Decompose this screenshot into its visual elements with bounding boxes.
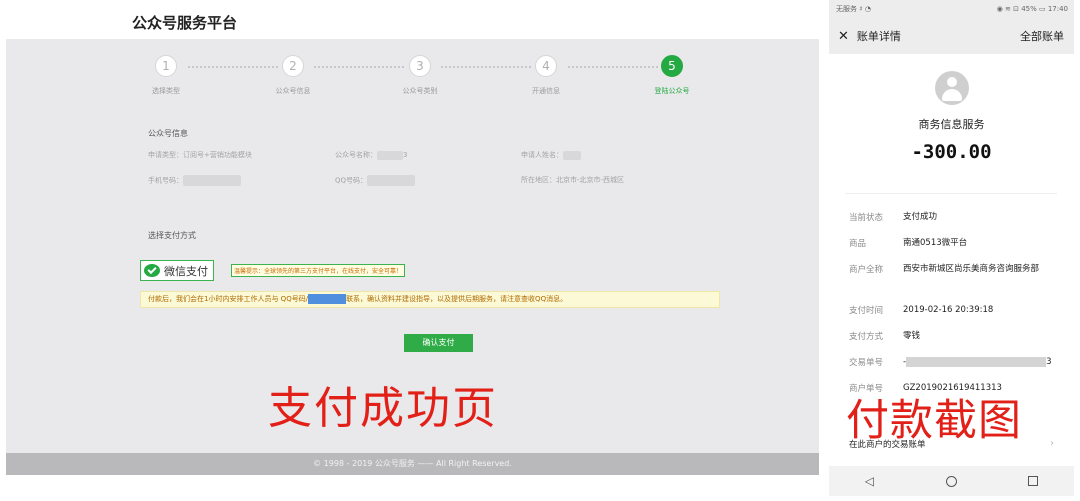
masked-value (377, 150, 403, 160)
applicant-name-label: 申请人姓名： (521, 151, 563, 159)
app-bar: ✕ 账单详情 全部账单 (829, 18, 1074, 54)
payment-tip: 温馨提示：全球领先的第三方支付平台，在线支付，安全可靠！ (231, 264, 406, 277)
row-key: 交易单号 (849, 358, 884, 368)
all-bills-link[interactable]: 全部账单 (1020, 28, 1064, 44)
merchant-name: 商务信息服务 (918, 118, 985, 131)
masked-value (906, 356, 1047, 367)
apply-type: 申请类型：订阅号+营销功能模块 (148, 151, 252, 159)
account-name: 公众号名称： 3 (335, 150, 407, 160)
row-key: 商品 (849, 239, 867, 249)
status-bar: 无服务 ♯ ◔ ◉ ≋ ⊡ 45% ▭ 17:40 (829, 0, 1074, 18)
step-3: 3 公众号类别 (380, 55, 460, 96)
account-name-tail: 3 (403, 151, 408, 159)
step-2: 2 公众号信息 (253, 55, 333, 96)
row-value: 西安市新城区尚乐美商务咨询服务部 (903, 264, 1040, 274)
masked-value (563, 150, 581, 160)
overlay-caption-right: 付款截图 (846, 396, 1022, 446)
step-label: 选择类型 (152, 87, 180, 95)
account-name-label: 公众号名称： (335, 151, 377, 159)
phone-label: 手机号码： (148, 176, 183, 185)
page-title: 公众号服务平台 (132, 14, 238, 32)
detail-row-product: 商品 南通0513微平台 (849, 237, 1064, 250)
detail-row-pay-method: 支付方式 零钱 (849, 330, 1064, 343)
payment-title: 选择支付方式 (148, 231, 196, 240)
home-icon[interactable] (945, 475, 957, 487)
row-value: 支付成功 (903, 212, 938, 222)
detail-row-status: 当前状态 支付成功 (849, 211, 1064, 224)
row-key: 支付时间 (849, 306, 884, 316)
step-label: 公众号类别 (402, 87, 438, 95)
row-value: -3 (903, 356, 1052, 369)
step-number: 5 (661, 55, 683, 77)
avatar (935, 71, 969, 105)
avatar-head (947, 77, 957, 87)
wechat-icon (144, 264, 160, 277)
row-value: 南通0513微平台 (903, 238, 968, 248)
step-1: 1 选择类型 (126, 55, 206, 96)
step-number: 1 (155, 55, 177, 77)
recents-icon[interactable] (1028, 476, 1039, 486)
back-icon[interactable]: ◁ (865, 474, 874, 488)
divider (845, 193, 1057, 194)
step-5: 5 登陆公众号 (632, 55, 712, 96)
wechat-pay-label: 微信支付 (164, 264, 208, 278)
notice-text: 付款后，我们会在1小时内安排工作人员与 QQ号码/ (148, 295, 309, 303)
row-key: 商户全称 (849, 265, 884, 275)
row-value: 2019-02-16 20:39:18 (903, 305, 994, 315)
avatar-body (942, 89, 962, 101)
step-4: 4 开通信息 (506, 55, 586, 96)
amount: -300.00 (911, 141, 992, 163)
status-right: ◉ ≋ ⊡ 45% ▭ 17:40 (996, 5, 1068, 13)
qq-label: QQ号码： (335, 176, 368, 185)
row-key: 当前状态 (849, 213, 884, 223)
step-label: 开通信息 (532, 87, 560, 95)
status-left: 无服务 ♯ ◔ (836, 5, 871, 13)
step-number: 4 (535, 55, 557, 77)
step-number: 2 (282, 55, 304, 77)
step-label: 登陆公众号 (654, 87, 690, 95)
detail-row-pay-time: 支付时间 2019-02-16 20:39:18 (849, 304, 1064, 317)
applicant-name: 申请人姓名： (521, 150, 581, 160)
masked-qq (308, 294, 347, 304)
phone-number: 手机号码： (148, 175, 241, 186)
overlay-caption-left: 支付成功页 (268, 383, 498, 434)
footer: © 1998 - 2019 公众号服务 —— All Right Reserve… (6, 453, 819, 475)
payment-notice: 付款后，我们会在1小时内安排工作人员与 QQ号码/联系，确认资料并建设指导，以及… (140, 291, 720, 308)
chevron-right-icon: › (1050, 438, 1054, 449)
masked-value (183, 175, 241, 186)
row-value: 零钱 (903, 331, 921, 341)
header-title: 账单详情 (856, 30, 901, 43)
detail-row-trade-no: 交易单号 -3 (849, 356, 1064, 369)
confirm-pay-button[interactable]: 确认支付 (404, 334, 473, 352)
trade-no-suffix: 3 (1046, 357, 1052, 367)
qq-number: QQ号码： (335, 175, 416, 186)
account-info-title: 公众号信息 (148, 129, 188, 138)
wechat-pay-option[interactable]: 微信支付 (140, 260, 214, 281)
region: 所在地区：北京市-北京市-西城区 (521, 176, 625, 184)
notice-text-tail: 联系，确认资料并建设指导，以及提供后期服务，请注意查收QQ消息。 (346, 295, 568, 303)
row-key: 支付方式 (849, 332, 884, 342)
masked-value (367, 175, 416, 186)
step-number: 3 (409, 55, 431, 77)
close-icon[interactable]: ✕ (838, 29, 849, 44)
system-nav-bar: ◁ (829, 466, 1074, 496)
detail-row-merchant: 商户全称 西安市新城区尚乐美商务咨询服务部 (849, 263, 1064, 276)
app-bar-left: ✕ 账单详情 (838, 28, 901, 44)
step-label: 公众号信息 (275, 87, 311, 95)
